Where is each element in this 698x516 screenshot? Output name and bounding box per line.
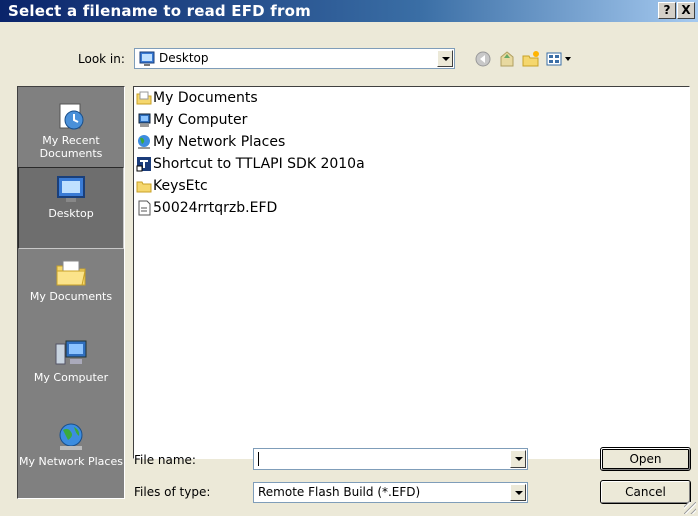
folder-icon [136,181,152,193]
list-item[interactable]: Shortcut to TTLAPI SDK 2010a [136,153,365,175]
text-cursor [258,452,259,466]
place-label: My Recent Documents [39,134,103,160]
lookin-value: Desktop [159,51,209,65]
list-item[interactable]: My Network Places [136,131,285,153]
title-bar[interactable]: Select a filename to read EFD from ? X [0,0,698,22]
close-button[interactable]: X [677,2,695,19]
list-item[interactable]: My Computer [136,109,247,131]
place-recent-documents[interactable]: My Recent Documents [18,101,124,160]
lookin-label: Look in: [78,52,125,66]
filename-input[interactable] [253,448,528,470]
folder-documents-icon [136,91,152,105]
list-item[interactable]: 50024rrtqrzb.EFD [136,197,277,219]
place-label: My Network Places [19,455,123,468]
help-button[interactable]: ? [658,2,676,19]
recent-documents-icon [59,103,84,130]
place-label: Desktop [48,207,94,220]
up-folder-icon[interactable] [497,50,517,68]
network-places-icon [59,423,83,450]
file-name: My Network Places [153,134,286,150]
filename-label: File name: [134,453,196,467]
my-documents-icon [56,260,86,286]
places-bar: My Recent Documents Desktop My Documents… [17,86,125,499]
place-network-places[interactable]: My Network Places [18,416,124,468]
network-icon [138,135,150,149]
file-name: 50024rrtqrzb.EFD [153,200,278,216]
filetype-dropdown[interactable]: Remote Flash Build (*.EFD) [253,482,528,503]
file-name: KeysEtc [153,178,208,194]
cancel-button[interactable]: Cancel [600,480,691,504]
resize-grip[interactable] [684,502,696,514]
desktop-icon [57,176,85,202]
my-computer-icon [55,340,87,365]
filetype-value: Remote Flash Build (*.EFD) [258,485,421,499]
list-item[interactable]: KeysEtc [136,175,208,197]
place-my-computer[interactable]: My Computer [18,332,124,384]
file-icon [138,200,151,216]
file-list[interactable]: My Documents My Computer My Network Plac… [133,86,690,459]
chevron-down-icon[interactable] [510,484,526,501]
lookin-dropdown[interactable]: Desktop [134,48,455,69]
place-label: My Computer [33,371,109,384]
computer-icon [138,113,151,127]
chevron-down-icon[interactable] [510,450,526,468]
desktop-icon [139,51,155,66]
open-button[interactable]: Open [600,447,691,471]
list-item[interactable]: My Documents [136,87,258,109]
filetype-label: Files of type: [134,485,211,499]
file-name: My Documents [153,90,258,106]
place-my-documents[interactable]: My Documents [18,251,124,303]
place-desktop[interactable]: Desktop [18,167,124,249]
file-name: Shortcut to TTLAPI SDK 2010a [153,156,365,172]
new-folder-icon[interactable] [521,50,541,68]
back-icon[interactable] [473,50,493,68]
window-title: Select a filename to read EFD from [8,2,311,20]
chevron-down-icon[interactable] [437,50,453,67]
views-icon[interactable] [545,50,575,68]
shortcut-icon [136,157,151,172]
place-label: My Documents [29,290,113,303]
file-name: My Computer [153,112,248,128]
